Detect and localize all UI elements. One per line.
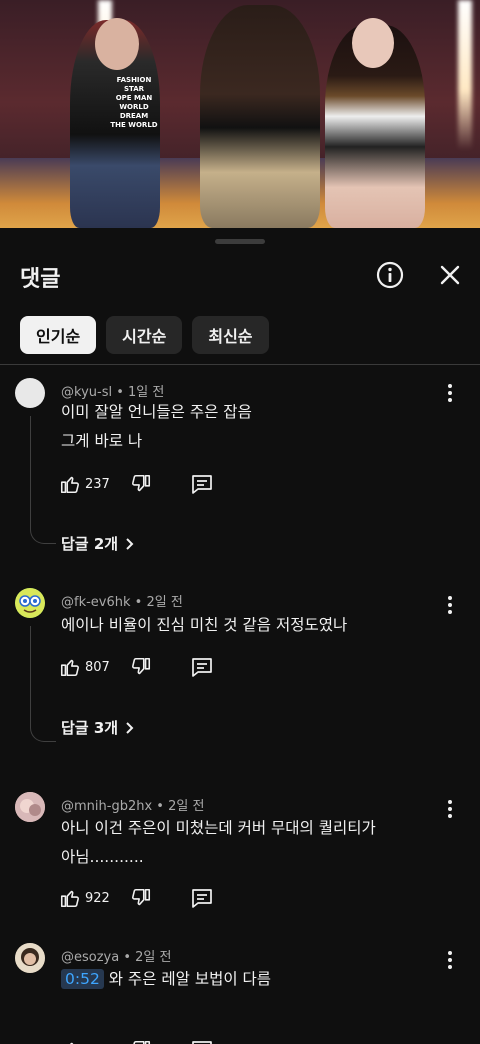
comment-icon <box>191 889 212 908</box>
comment-icon <box>191 1041 212 1044</box>
divider <box>0 364 480 365</box>
thumb-down-icon <box>131 474 150 492</box>
avatar[interactable] <box>15 378 45 408</box>
comment-time: 2일 전 <box>135 950 172 965</box>
comment-time: 2일 전 <box>168 799 205 814</box>
more-vert-icon[interactable] <box>440 593 460 617</box>
thread-line <box>30 416 56 544</box>
comment-meta: @mnih-gb2hx • 2일 전 <box>61 799 205 814</box>
like-button[interactable]: 922 <box>59 887 110 909</box>
dislike-button[interactable] <box>130 887 152 909</box>
comment-text: 0:52 와 주은 레알 보법이 다름 <box>61 965 271 994</box>
more-vert-icon[interactable] <box>440 381 460 405</box>
comment-actions: 922 <box>59 885 214 911</box>
thread-line <box>30 626 56 742</box>
comment-actions: 807 <box>59 654 214 680</box>
more-vert-icon[interactable] <box>440 797 460 821</box>
comment-icon <box>191 658 212 677</box>
comment-text: 아니 이건 주은이 미쳤는데 커버 무대의 퀄리티가 아님........... <box>61 819 376 866</box>
comment-actions: 416 <box>59 1037 214 1044</box>
avatar[interactable] <box>15 943 45 973</box>
comment-text: 에이나 비율이 진심 미친 것 같음 저정도였나 <box>61 616 348 634</box>
dislike-button[interactable] <box>130 1039 152 1044</box>
video-player[interactable]: FASHION STAR OPE MAN WORLD DREAM THE WOR… <box>0 0 480 228</box>
like-count: 922 <box>85 890 110 906</box>
comment-author[interactable]: @mnih-gb2hx <box>61 799 152 814</box>
thumb-down-icon <box>131 888 150 906</box>
dislike-button[interactable] <box>130 656 152 678</box>
comment-text: 이미 잘알 언니들은 주은 잡음 그게 바로 나 <box>61 403 252 450</box>
drag-handle[interactable] <box>215 239 265 244</box>
info-icon[interactable] <box>374 259 406 291</box>
comment-icon <box>191 475 212 494</box>
reply-button[interactable] <box>190 655 214 679</box>
like-button[interactable]: 237 <box>59 473 110 495</box>
view-replies-button[interactable]: 답글 3개 <box>61 717 136 738</box>
performer-shirt-text: FASHION STAR OPE MAN WORLD DREAM THE WOR… <box>110 76 158 129</box>
avatar[interactable] <box>15 792 45 822</box>
chevron-right-icon <box>126 537 134 550</box>
comment-meta: @fk-ev6hk • 2일 전 <box>61 595 183 610</box>
comment-meta: @esozya • 2일 전 <box>61 950 172 965</box>
comments-sheet: 댓글 인기순 시간순 최신순 @kyu-sl • 1일 전 이미 잘알 언니들은… <box>0 228 480 1044</box>
like-count: 807 <box>85 659 110 675</box>
chip-popular[interactable]: 인기순 <box>20 316 97 354</box>
thumb-up-icon <box>60 890 79 908</box>
chevron-right-icon <box>126 721 134 734</box>
comment-actions: 237 <box>59 471 214 497</box>
chip-time[interactable]: 시간순 <box>106 316 183 354</box>
performer-left-head <box>95 18 139 70</box>
avatar[interactable] <box>15 588 45 618</box>
chip-newest[interactable]: 최신순 <box>192 316 269 354</box>
dislike-button[interactable] <box>130 473 152 495</box>
thumb-down-icon <box>133 1040 150 1044</box>
comment-time: 2일 전 <box>146 595 183 610</box>
close-icon[interactable] <box>434 259 466 291</box>
thumb-up-icon <box>60 476 79 494</box>
comment-author[interactable]: @esozya <box>61 950 119 965</box>
performer-right-head <box>352 18 394 68</box>
thumb-down-icon <box>131 657 150 675</box>
like-button[interactable]: 807 <box>59 656 110 678</box>
reply-button[interactable] <box>190 886 214 910</box>
comment-author[interactable]: @fk-ev6hk <box>61 595 131 610</box>
like-count: 237 <box>85 476 110 492</box>
view-replies-button[interactable]: 답글 2개 <box>61 533 136 554</box>
more-vert-icon[interactable] <box>440 948 460 972</box>
thumb-up-icon <box>60 659 79 677</box>
reply-button[interactable] <box>190 472 214 496</box>
thumb-up-icon <box>70 1042 74 1044</box>
firework-sparkle <box>458 0 472 150</box>
performer-center <box>200 5 320 228</box>
reply-button[interactable] <box>190 1038 214 1044</box>
sheet-title: 댓글 <box>20 267 61 292</box>
like-button[interactable]: 416 <box>59 1039 110 1044</box>
timestamp-link[interactable]: 0:52 <box>61 969 104 989</box>
sort-chips: 인기순 시간순 최신순 <box>20 316 269 354</box>
